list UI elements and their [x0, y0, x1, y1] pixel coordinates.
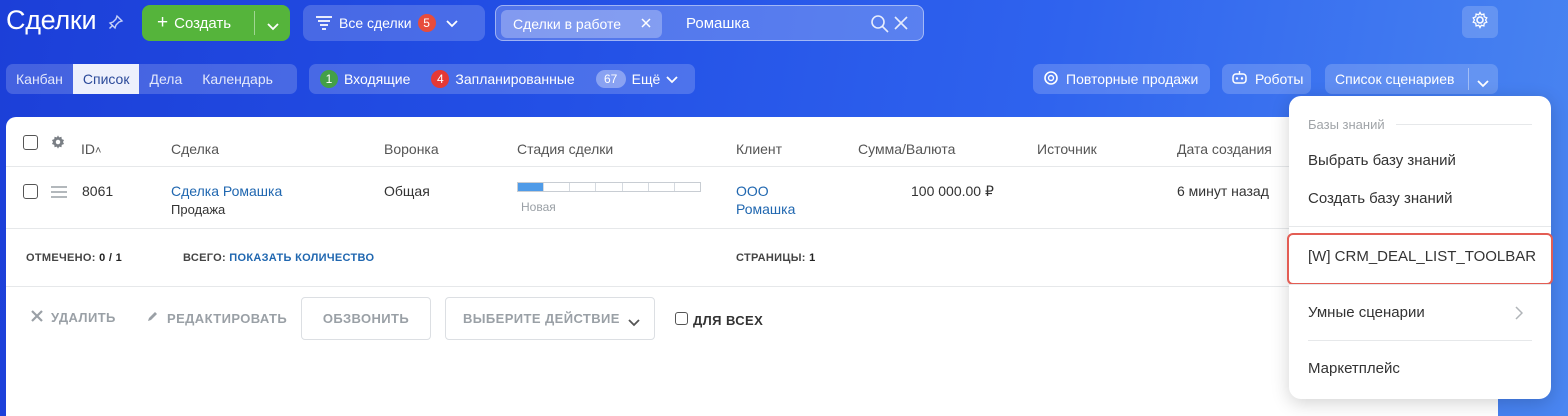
deal-title-link[interactable]: Сделка Ромашка: [171, 183, 282, 199]
repeat-sales-button[interactable]: Повторные продажи: [1033, 64, 1210, 94]
deals-grid: ID˄ Сделка Воронка Стадия сделки Клиент …: [6, 117, 1498, 416]
tab-activities[interactable]: Дела: [139, 64, 192, 94]
column-client[interactable]: Клиент: [736, 141, 782, 157]
for-all-checkbox[interactable]: [675, 312, 688, 325]
page-title: Сделки: [6, 5, 97, 35]
all-deals-button[interactable]: Все сделки 5: [303, 5, 485, 41]
chevron-down-icon: [445, 15, 458, 31]
column-deal[interactable]: Сделка: [171, 141, 219, 157]
pin-icon[interactable]: [108, 14, 124, 30]
create-button-label: Создать: [174, 14, 232, 32]
create-button[interactable]: + Создать: [142, 5, 290, 41]
planned-count-badge: 4: [431, 70, 450, 88]
chevron-down-icon[interactable]: [1477, 75, 1489, 91]
menu-item-choose-kb[interactable]: Выбрать базу знаний: [1308, 152, 1456, 169]
filter-chip-label: Сделки в работе: [513, 16, 622, 32]
menu-section-title: Базы знаний: [1308, 117, 1385, 132]
column-id[interactable]: ID˄: [81, 141, 101, 157]
deal-id: 8061: [82, 183, 114, 199]
incoming-counter[interactable]: Входящие: [344, 71, 410, 87]
chevron-down-icon[interactable]: [267, 18, 279, 35]
action-select[interactable]: ВЫБЕРИТЕ ДЕЙСТВИЕ: [445, 297, 655, 340]
scenarios-button[interactable]: Список сценариев: [1325, 64, 1498, 94]
planned-counter[interactable]: Запланированные: [455, 71, 574, 87]
more-count-badge: 67: [595, 70, 626, 88]
repeat-sales-label: Повторные продажи: [1066, 71, 1199, 87]
gear-icon[interactable]: [50, 134, 66, 155]
chevron-down-icon[interactable]: [666, 71, 678, 87]
close-icon: [31, 310, 43, 325]
clear-icon[interactable]: [893, 15, 909, 36]
menu-icon[interactable]: [51, 185, 67, 203]
all-deals-count-badge: 5: [417, 14, 436, 32]
more-counter[interactable]: Ещё: [632, 71, 661, 87]
delete-button[interactable]: УДАЛИТЬ: [31, 310, 116, 325]
menu-item-toolbar-code[interactable]: [W] CRM_DEAL_LIST_TOOLBAR: [1308, 248, 1536, 265]
row-checkbox[interactable]: [23, 184, 38, 199]
robots-label: Роботы: [1255, 71, 1304, 87]
filter-chip[interactable]: Сделки в работе: [501, 10, 662, 38]
chevron-right-icon: [1515, 306, 1524, 325]
plus-icon: +: [157, 12, 169, 33]
all-deals-label: Все сделки: [339, 15, 412, 31]
repeat-icon: [1043, 70, 1059, 89]
tab-calendar[interactable]: Календарь: [192, 64, 283, 94]
deal-created: 6 минут назад: [1177, 183, 1269, 199]
search-icon[interactable]: [870, 14, 890, 39]
total-counter: ВСЕГО: ПОКАЗАТЬ КОЛИЧЕСТВО: [183, 252, 375, 264]
search-box[interactable]: Сделки в работе Ромашка: [495, 5, 924, 41]
robot-icon: [1231, 70, 1248, 88]
menu-item-marketplace[interactable]: Маркетплейс: [1308, 360, 1400, 377]
scenarios-menu: Базы знаний Выбрать базу знаний Создать …: [1287, 96, 1553, 399]
pages-counter: СТРАНИЦЫ: 1: [736, 252, 816, 264]
counters-bar: 1 Входящие 4 Запланированные 67 Ещё: [309, 64, 695, 94]
select-all-checkbox[interactable]: [23, 135, 38, 150]
column-stage[interactable]: Стадия сделки: [517, 141, 613, 157]
checked-counter: ОТМЕЧЕНО: 0 / 1: [26, 252, 122, 264]
chevron-down-icon: [628, 315, 640, 330]
view-switcher: Канбан Список Дела Календарь: [6, 64, 297, 94]
close-icon[interactable]: [640, 16, 652, 32]
sort-up-icon: ˄: [95, 145, 102, 157]
robots-button[interactable]: Роботы: [1222, 64, 1311, 94]
gear-icon: [1471, 10, 1489, 34]
scenarios-label: Список сценариев: [1335, 71, 1455, 87]
edit-button[interactable]: РЕДАКТИРОВАТЬ: [146, 310, 287, 326]
settings-button[interactable]: [1462, 6, 1498, 38]
tab-list[interactable]: Список: [72, 64, 140, 94]
column-source[interactable]: Источник: [1037, 141, 1097, 157]
column-sum[interactable]: Сумма/Валюта: [858, 141, 955, 157]
incoming-count-badge: 1: [320, 70, 338, 88]
pencil-icon: [146, 310, 159, 326]
deal-funnel: Общая: [384, 183, 430, 199]
deal-sum: 100 000.00 ₽: [911, 183, 994, 199]
menu-item-smart-scenarios[interactable]: Умные сценарии: [1308, 304, 1425, 321]
show-count-link[interactable]: ПОКАЗАТЬ КОЛИЧЕСТВО: [229, 252, 374, 264]
tab-kanban[interactable]: Канбан: [6, 64, 73, 94]
client-link[interactable]: ООО Ромашка: [736, 183, 795, 217]
funnel-icon: [315, 15, 333, 34]
for-all-label: ДЛЯ ВСЕХ: [693, 313, 764, 328]
deal-stage-label: Новая: [521, 200, 556, 214]
column-funnel[interactable]: Воронка: [384, 141, 439, 157]
deal-type: Продажа: [171, 202, 226, 217]
search-input[interactable]: Ромашка: [686, 15, 750, 32]
call-button[interactable]: ОБЗВОНИТЬ: [301, 297, 431, 340]
stage-progress-bar[interactable]: [517, 182, 701, 192]
column-created[interactable]: Дата создания: [1177, 141, 1272, 157]
menu-item-create-kb[interactable]: Создать базу знаний: [1308, 190, 1453, 207]
